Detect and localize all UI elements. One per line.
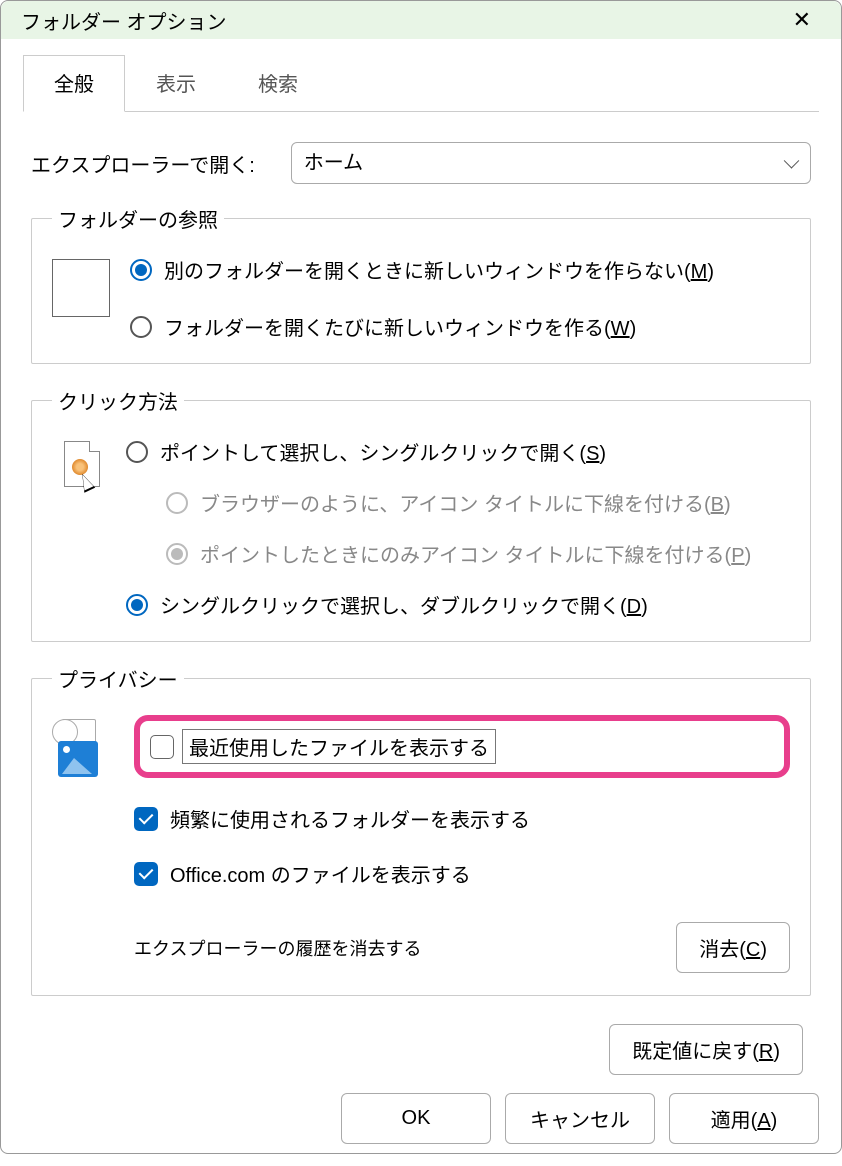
radio-icon bbox=[130, 259, 152, 281]
radio-single-click[interactable]: ポイントして選択し、シングルクリックで開く(S) bbox=[126, 437, 790, 466]
checkbox-recent-files[interactable]: 最近使用したファイルを表示する bbox=[150, 729, 496, 764]
tab-bar: 全般 表示 検索 bbox=[23, 55, 819, 112]
folder-window-icon bbox=[52, 259, 110, 317]
frequent-folders-label: 頻繁に使用されるフォルダーを表示する bbox=[170, 804, 530, 833]
group-privacy: プライバシー 最近使用したファイルを表示する bbox=[31, 664, 811, 996]
titlebar: フォルダー オプション ✕ bbox=[1, 1, 841, 39]
radio-new-window[interactable]: フォルダーを開くたびに新しいウィンドウを作る(W) bbox=[130, 312, 790, 341]
radio-icon bbox=[130, 316, 152, 338]
checkbox-icon bbox=[134, 807, 158, 831]
close-icon[interactable]: ✕ bbox=[783, 1, 821, 39]
recent-files-label: 最近使用したファイルを表示する bbox=[182, 729, 496, 764]
radio-underline-point: ポイントしたときにのみアイコン タイトルに下線を付ける(P) bbox=[166, 539, 790, 568]
tab-panel-general: エクスプローラーで開く: ホーム フォルダーの参照 別のフォルダーを開くときに新… bbox=[23, 111, 819, 1075]
group-browse-folders: フォルダーの参照 別のフォルダーを開くときに新しいウィンドウを作らない(M) フ… bbox=[31, 204, 811, 364]
group-click-items: クリック方法 ポイントして選択し、シングルクリックで開く(S) ブラウザーのよう… bbox=[31, 386, 811, 642]
group-browse-legend: フォルダーの参照 bbox=[52, 204, 224, 233]
office-files-label: Office.com のファイルを表示する bbox=[170, 859, 471, 888]
checkbox-frequent-folders[interactable]: 頻繁に使用されるフォルダーを表示する bbox=[134, 804, 790, 833]
radio-icon bbox=[126, 441, 148, 463]
radio-underline-browser: ブラウザーのように、アイコン タイトルに下線を付ける(B) bbox=[166, 488, 790, 517]
apply-button[interactable]: 適用(A) bbox=[669, 1093, 819, 1144]
open-in-label: エクスプローラーで開く: bbox=[31, 149, 255, 178]
radio-double-click[interactable]: シングルクリックで選択し、ダブルクリックで開く(D) bbox=[126, 590, 790, 619]
tab-view[interactable]: 表示 bbox=[125, 55, 227, 112]
privacy-icon bbox=[52, 719, 114, 781]
restore-defaults-button[interactable]: 既定値に戻す(R) bbox=[609, 1024, 803, 1075]
checkbox-office-files[interactable]: Office.com のファイルを表示する bbox=[134, 859, 790, 888]
window-title: フォルダー オプション bbox=[21, 6, 227, 35]
clear-button[interactable]: 消去(C) bbox=[676, 922, 790, 973]
checkbox-icon bbox=[134, 862, 158, 886]
ok-button[interactable]: OK bbox=[341, 1093, 491, 1144]
highlight-recent-files: 最近使用したファイルを表示する bbox=[134, 715, 790, 778]
folder-options-dialog: フォルダー オプション ✕ 全般 表示 検索 エクスプローラーで開く: ホーム … bbox=[0, 0, 842, 1154]
tab-general[interactable]: 全般 bbox=[23, 55, 125, 112]
radio-same-window[interactable]: 別のフォルダーを開くときに新しいウィンドウを作らない(M) bbox=[130, 255, 790, 284]
radio-icon bbox=[126, 594, 148, 616]
checkbox-icon bbox=[150, 735, 174, 759]
radio-icon bbox=[166, 543, 188, 565]
click-cursor-icon bbox=[58, 441, 106, 501]
tab-search[interactable]: 検索 bbox=[227, 55, 329, 112]
cancel-button[interactable]: キャンセル bbox=[505, 1093, 655, 1144]
group-privacy-legend: プライバシー bbox=[52, 664, 184, 693]
group-click-legend: クリック方法 bbox=[52, 386, 184, 415]
clear-history-label: エクスプローラーの履歴を消去する bbox=[134, 935, 421, 961]
dialog-footer: OK キャンセル 適用(A) bbox=[1, 1075, 841, 1166]
open-in-combo[interactable]: ホーム bbox=[291, 142, 811, 184]
radio-icon bbox=[166, 492, 188, 514]
